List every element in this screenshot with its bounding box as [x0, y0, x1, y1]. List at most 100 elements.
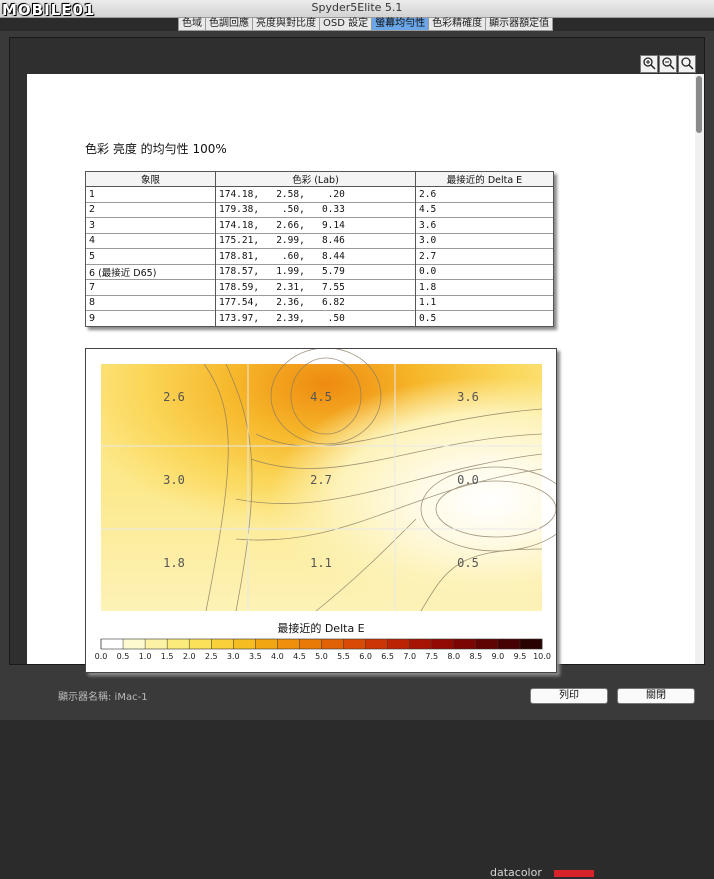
cell-delta-e: 2.6 — [415, 186, 554, 202]
scale-segment — [431, 639, 455, 649]
cell-delta-e: 1.1 — [415, 294, 554, 311]
header-delta-e: 最接近的 Delta E — [415, 171, 554, 187]
tab-screen-uniformity[interactable]: 螢幕均勻性 — [372, 17, 430, 31]
scale-tick-label: 0.0 — [95, 652, 108, 661]
cell-lab: 177.54, 2.36, 6.82 — [215, 294, 416, 311]
uniformity-contour-chart: 2.6 4.5 3.6 3.0 2.7 0.0 1.8 1.1 0.5 最接近的… — [85, 347, 594, 879]
scale-tick-label: 9.5 — [514, 652, 527, 661]
close-button[interactable]: 關閉 — [617, 688, 695, 704]
cell-label: 3.0 — [163, 473, 185, 487]
main-window: 色彩 亮度 的均勻性 100% 象限 色彩 (Lab) 最接近的 Delta E… — [0, 31, 714, 879]
cell-lab: 174.18, 2.66, 9.14 — [215, 217, 416, 233]
window-title: Spyder5Elite 5.1 — [311, 1, 403, 14]
scale-segment — [189, 639, 212, 649]
scale-tick-label: 10.0 — [533, 652, 551, 661]
cell-delta-e: 0.5 — [415, 310, 554, 327]
cell-delta-e: 3.0 — [415, 232, 554, 249]
scale-segment — [299, 639, 322, 649]
scale-tick-label: 2.0 — [183, 652, 196, 661]
scale-tick-label: 9.0 — [492, 652, 505, 661]
cell-label: 0.5 — [457, 556, 479, 570]
header-lab: 色彩 (Lab) — [215, 171, 416, 187]
display-name: 顯示器名稱: iMac-1 — [58, 692, 148, 703]
quadrant-table: 象限 色彩 (Lab) 最接近的 Delta E 1 174.18, 2.58, … — [85, 171, 554, 327]
scale-segment — [387, 639, 410, 649]
scale-segment — [409, 639, 433, 649]
cell-lab: 178.57, 1.99, 5.79 — [215, 263, 416, 280]
cell-label: 3.6 — [457, 390, 479, 404]
cell-quadrant: 8 — [85, 294, 216, 311]
scale-tick-label: 4.5 — [293, 652, 306, 661]
cell-label: 4.5 — [310, 390, 332, 404]
scale-title: 最接近的 Delta E — [277, 621, 364, 635]
tab-display-rating[interactable]: 顯示器額定值 — [486, 17, 554, 31]
report-heading: 色彩 亮度 的均勻性 100% — [85, 142, 227, 156]
cell-label: 1.1 — [310, 556, 332, 570]
header-quadrant: 象限 — [85, 171, 216, 187]
table-row: 8 177.54, 2.36, 6.82 1.1 — [85, 294, 554, 311]
cell-quadrant: 4 — [85, 232, 216, 249]
print-button[interactable]: 列印 — [530, 688, 608, 704]
scale-tick-label: 7.0 — [403, 652, 416, 661]
cell-quadrant: 6 (最接近 D65) — [85, 263, 216, 280]
table-row: 9 173.97, 2.39, .50 0.5 — [85, 310, 554, 327]
vertical-scrollbar[interactable] — [695, 74, 704, 664]
title-bar: MOBILE01 Spyder5Elite 5.1 — [0, 0, 714, 19]
cell-lab: 175.21, 2.99, 8.46 — [215, 232, 416, 249]
scale-segment — [497, 639, 521, 649]
cell-lab: 179.38, .50, 0.33 — [215, 201, 416, 218]
scale-segment — [277, 639, 300, 649]
scale-tick-label: 6.5 — [381, 652, 394, 661]
cell-quadrant: 9 — [85, 310, 216, 327]
scale-segment — [123, 639, 146, 649]
scale-tick-label: 1.5 — [161, 652, 174, 661]
cell-quadrant: 3 — [85, 217, 216, 233]
cell-delta-e: 4.5 — [415, 201, 554, 218]
contour-svg: 2.6 4.5 3.6 3.0 2.7 0.0 1.8 1.1 0.5 最接近的… — [95, 347, 572, 661]
cell-quadrant: 1 — [85, 186, 216, 202]
scale-segment — [211, 639, 234, 649]
scale-tick-label: 5.0 — [315, 652, 328, 661]
footer-bar: 顯示器名稱: iMac-1 列印 關閉 — [0, 673, 714, 720]
cell-delta-e: 2.7 — [415, 248, 554, 264]
tab-osd-settings[interactable]: OSD 設定 — [320, 17, 373, 31]
cell-quadrant: 2 — [85, 201, 216, 218]
cell-lab: 178.59, 2.31, 7.55 — [215, 279, 416, 295]
scale-tick-label: 2.5 — [205, 652, 218, 661]
cell-delta-e: 0.0 — [415, 263, 554, 280]
scale-segment — [101, 639, 124, 649]
table-row: 7 178.59, 2.31, 7.55 1.8 — [85, 279, 554, 295]
scale-tick-label: 8.0 — [447, 652, 460, 661]
scrollbar-thumb[interactable] — [696, 76, 702, 133]
cell-label: 2.6 — [163, 390, 185, 404]
scale-tick-label: 3.0 — [227, 652, 240, 661]
zoom-out-icon[interactable] — [659, 55, 677, 73]
cell-label: 0.0 — [457, 473, 479, 487]
table-row: 4 175.21, 2.99, 8.46 3.0 — [85, 232, 554, 249]
datacolor-brand: datacolor — [490, 866, 542, 879]
scale-tick-label: 0.5 — [117, 652, 130, 661]
scale-tick-label: 4.0 — [271, 652, 284, 661]
scale-tick-label: 8.5 — [469, 652, 482, 661]
tab-brightness-contrast[interactable]: 亮度與對比度 — [253, 17, 320, 31]
table-header-row: 象限 色彩 (Lab) 最接近的 Delta E — [85, 171, 554, 187]
scale-tick-label: 1.0 — [139, 652, 152, 661]
tab-tone-response[interactable]: 色調回應 — [206, 17, 253, 31]
tab-color-gamut[interactable]: 色域 — [178, 17, 206, 31]
table-row: 6 (最接近 D65) 178.57, 1.99, 5.79 0.0 — [85, 263, 554, 280]
zoom-in-icon[interactable] — [640, 55, 658, 73]
cell-quadrant: 7 — [85, 279, 216, 295]
scale-segment — [233, 639, 256, 649]
cell-label: 1.8 — [163, 556, 185, 570]
scale-segment — [475, 639, 499, 649]
cell-delta-e: 3.6 — [415, 217, 554, 233]
table-row: 3 174.18, 2.66, 9.14 3.6 — [85, 217, 554, 233]
scale-segment — [145, 639, 168, 649]
tab-color-accuracy[interactable]: 色彩精確度 — [429, 17, 487, 31]
report-page: 色彩 亮度 的均勻性 100% 象限 色彩 (Lab) 最接近的 Delta E… — [27, 74, 695, 879]
magnify-icon[interactable] — [678, 55, 696, 73]
table-row: 1 174.18, 2.58, .20 2.6 — [85, 186, 554, 202]
cell-quadrant: 5 — [85, 248, 216, 264]
scale-tick-label: 6.0 — [359, 652, 372, 661]
scale-segment — [343, 639, 366, 649]
